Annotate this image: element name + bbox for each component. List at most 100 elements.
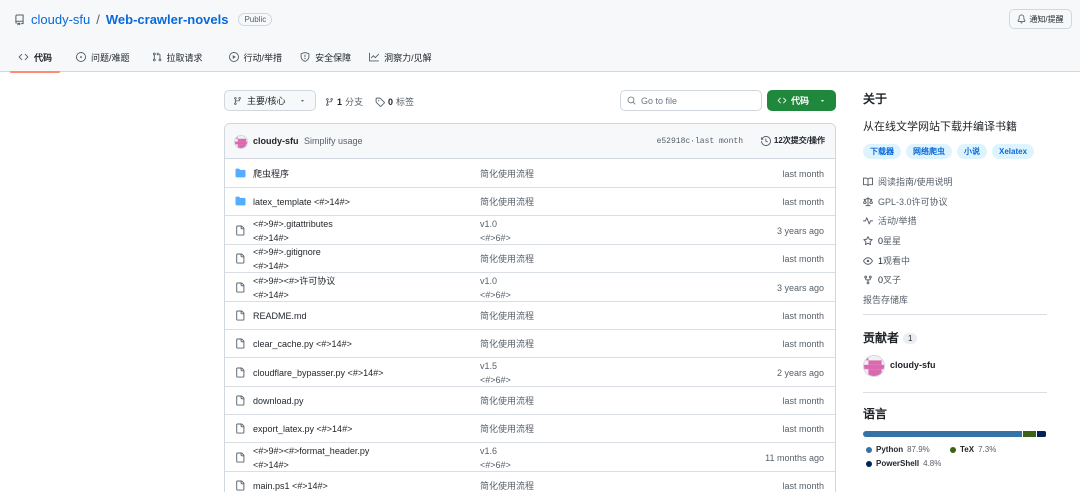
file-name-link[interactable]: <#>9#><#>format_header.py xyxy=(253,444,369,458)
avatar[interactable] xyxy=(863,355,885,377)
commit-date: 11 months ago xyxy=(765,453,824,463)
tags-link[interactable]: 0 标签 xyxy=(375,95,414,108)
repo-name-link[interactable]: Web-crawler-novels xyxy=(106,12,229,27)
tab-pull-requests[interactable]: 拉取请求 xyxy=(148,48,207,66)
table-row[interactable]: clear_cache.py <#>14#> 简化使用流程 last month xyxy=(225,330,835,358)
file-icon xyxy=(236,310,245,321)
file-name-link[interactable]: clear_cache.py <#>14#> xyxy=(253,337,352,351)
contributor-name-link[interactable]: cloudy-sfu xyxy=(890,360,936,370)
commit-message-link[interactable]: 简化使用流程 xyxy=(480,479,534,492)
topic-tag[interactable]: Xelatex xyxy=(992,144,1035,159)
caret-down-icon xyxy=(300,100,304,102)
license-link[interactable]: GPL-3.0许可协议 xyxy=(863,195,948,208)
topic-tag[interactable]: 网络爬虫 xyxy=(906,144,952,159)
sidebar-divider xyxy=(863,392,1047,393)
file-icon xyxy=(236,452,245,463)
tab-insights-label: 洞察力/见解 xyxy=(384,52,432,63)
commit-message-link[interactable]: 简化使用流程 xyxy=(480,394,534,408)
watchers-link[interactable]: 1观看中 xyxy=(863,254,910,267)
tab-security[interactable]: 安全保障 xyxy=(296,48,355,66)
commit-hash-link[interactable]: e52918c·last month xyxy=(657,137,743,146)
repo-icon xyxy=(15,14,24,25)
table-row[interactable]: <#>9#><#>许可协议 <#>14#> v1.0 <#>6#> 3 years ag… xyxy=(225,273,835,302)
commit-date: last month xyxy=(782,339,824,349)
table-row[interactable]: <#>9#><#>format_header.py <#>14#> v1.6 <#>6… xyxy=(225,443,835,472)
file-name-link[interactable]: <#>9#>.gitattributes xyxy=(253,217,333,231)
readme-link[interactable]: 阅读指南/使用说明 xyxy=(863,175,953,188)
commit-message-link[interactable]: 简化使用流程 xyxy=(480,195,534,209)
notifications-label: 通知/提醒 xyxy=(1029,14,1064,24)
commit-author-link[interactable]: cloudy-sfu xyxy=(253,136,299,146)
notifications-button[interactable]: 通知/提醒 xyxy=(1009,9,1072,29)
tab-insights[interactable]: 洞察力/见解 xyxy=(365,48,436,66)
file-name-link[interactable]: <#>9#>.gitignore xyxy=(253,245,321,259)
stars-link[interactable]: 0星星 xyxy=(863,234,901,247)
contributors-heading[interactable]: 贡献者 1 xyxy=(863,329,918,346)
commit-date: 2 years ago xyxy=(776,368,824,378)
go-to-file-input[interactable]: Go to file xyxy=(620,90,762,111)
file-name-link[interactable]: latex_template <#>14#> xyxy=(253,195,350,209)
code-button[interactable]: 代码 xyxy=(767,90,836,111)
folder-icon xyxy=(235,168,246,178)
table-row[interactable]: export_latex.py <#>14#> 简化使用流程 last month xyxy=(225,415,835,443)
repo-header: cloudy-sfu / Web-crawler-novels Public 通… xyxy=(0,0,1080,73)
forks-link[interactable]: 0叉子 xyxy=(863,273,901,286)
repo-owner-link[interactable]: cloudy-sfu xyxy=(31,12,90,27)
commit-message-link[interactable]: 简化使用流程 xyxy=(480,167,534,181)
branch-select-button[interactable]: 主要/核心 xyxy=(224,90,316,111)
stars-label: 星星 xyxy=(883,236,902,246)
language-item[interactable]: PowerShell 4.8% xyxy=(866,459,941,468)
commit-message-link[interactable]: 简化使用流程 xyxy=(480,252,534,266)
tab-issues[interactable]: 问题/难题 xyxy=(72,48,134,66)
file-name-link[interactable]: <#>9#><#>许可协议 xyxy=(253,274,335,288)
table-row[interactable]: cloudflare_bypasser.py <#>14#> v1.5 <#>6#>… xyxy=(225,358,835,387)
file-icon xyxy=(236,367,245,378)
table-row[interactable]: download.py 简化使用流程 last month xyxy=(225,387,835,415)
avatar[interactable] xyxy=(234,135,248,149)
commit-date: last month xyxy=(782,197,824,207)
file-name-link[interactable]: export_latex.py <#>14#> xyxy=(253,422,352,436)
commit-message-link[interactable]: 简化使用流程 xyxy=(480,422,534,436)
commit-message-link[interactable]: v1.0 xyxy=(480,217,497,231)
file-name-link[interactable]: main.ps1 <#>14#> xyxy=(253,479,328,492)
table-row[interactable]: main.ps1 <#>14#> 简化使用流程 last month xyxy=(225,472,835,492)
file-name-link[interactable]: download.py xyxy=(253,394,304,408)
tags-count: 0 xyxy=(388,96,394,107)
tab-actions-label: 行动/举措 xyxy=(243,52,283,63)
watchers-label: 观看中 xyxy=(883,256,911,266)
file-name-link[interactable]: README.md xyxy=(253,309,307,323)
commit-message-link[interactable]: 简化使用流程 xyxy=(480,309,534,323)
file-name-link[interactable]: 爬虫程序 xyxy=(253,167,289,181)
file-name-link[interactable]: cloudflare_bypasser.py <#>14#> xyxy=(253,366,383,380)
report-repository-link[interactable]: 报告存储库 xyxy=(863,293,908,306)
tab-code[interactable]: 代码 xyxy=(9,48,61,73)
commit-message-link[interactable]: v1.5 xyxy=(480,359,497,373)
commit-message-link[interactable]: Simplify usage xyxy=(304,136,363,146)
commit-history-link[interactable]: 12次提交/操作 xyxy=(760,135,825,146)
branches-link[interactable]: 1 分支 xyxy=(325,95,363,108)
branch-icon xyxy=(234,96,241,105)
branch-icon xyxy=(326,97,333,106)
file-icon xyxy=(236,480,245,491)
table-row[interactable]: <#>9#>.gitattributes <#>14#> v1.0 <#>6#> 3 y… xyxy=(225,216,835,245)
language-item[interactable]: Python 87.9% xyxy=(866,445,930,454)
branch-label: 主要/核心 xyxy=(247,96,286,106)
file-icon xyxy=(236,253,245,264)
topic-tag[interactable]: 下载器 xyxy=(863,144,901,159)
activity-link[interactable]: 活动/举措 xyxy=(863,214,917,227)
language-item[interactable]: TeX 7.3% xyxy=(950,445,996,454)
commit-message-link[interactable]: 简化使用流程 xyxy=(480,337,534,351)
file-icon-wrap xyxy=(235,253,245,264)
table-row[interactable]: latex_template <#>14#> 简化使用流程 last month xyxy=(225,188,835,216)
table-row[interactable]: 爬虫程序 简化使用流程 last month xyxy=(225,160,835,188)
table-row[interactable]: <#>9#>.gitignore <#>14#> 简化使用流程 last month xyxy=(225,245,835,273)
commit-message-link[interactable]: v1.6 xyxy=(480,444,497,458)
fork-icon xyxy=(864,275,872,284)
topic-tag[interactable]: 小说 xyxy=(957,144,987,159)
table-row[interactable]: README.md 简化使用流程 last month xyxy=(225,302,835,330)
folder-icon-wrap xyxy=(235,196,246,206)
branches-count: 1 xyxy=(337,96,343,107)
commit-message-link[interactable]: v1.0 xyxy=(480,274,497,288)
tab-actions[interactable]: 行动/举措 xyxy=(225,48,287,66)
commit-date: last month xyxy=(782,169,824,179)
